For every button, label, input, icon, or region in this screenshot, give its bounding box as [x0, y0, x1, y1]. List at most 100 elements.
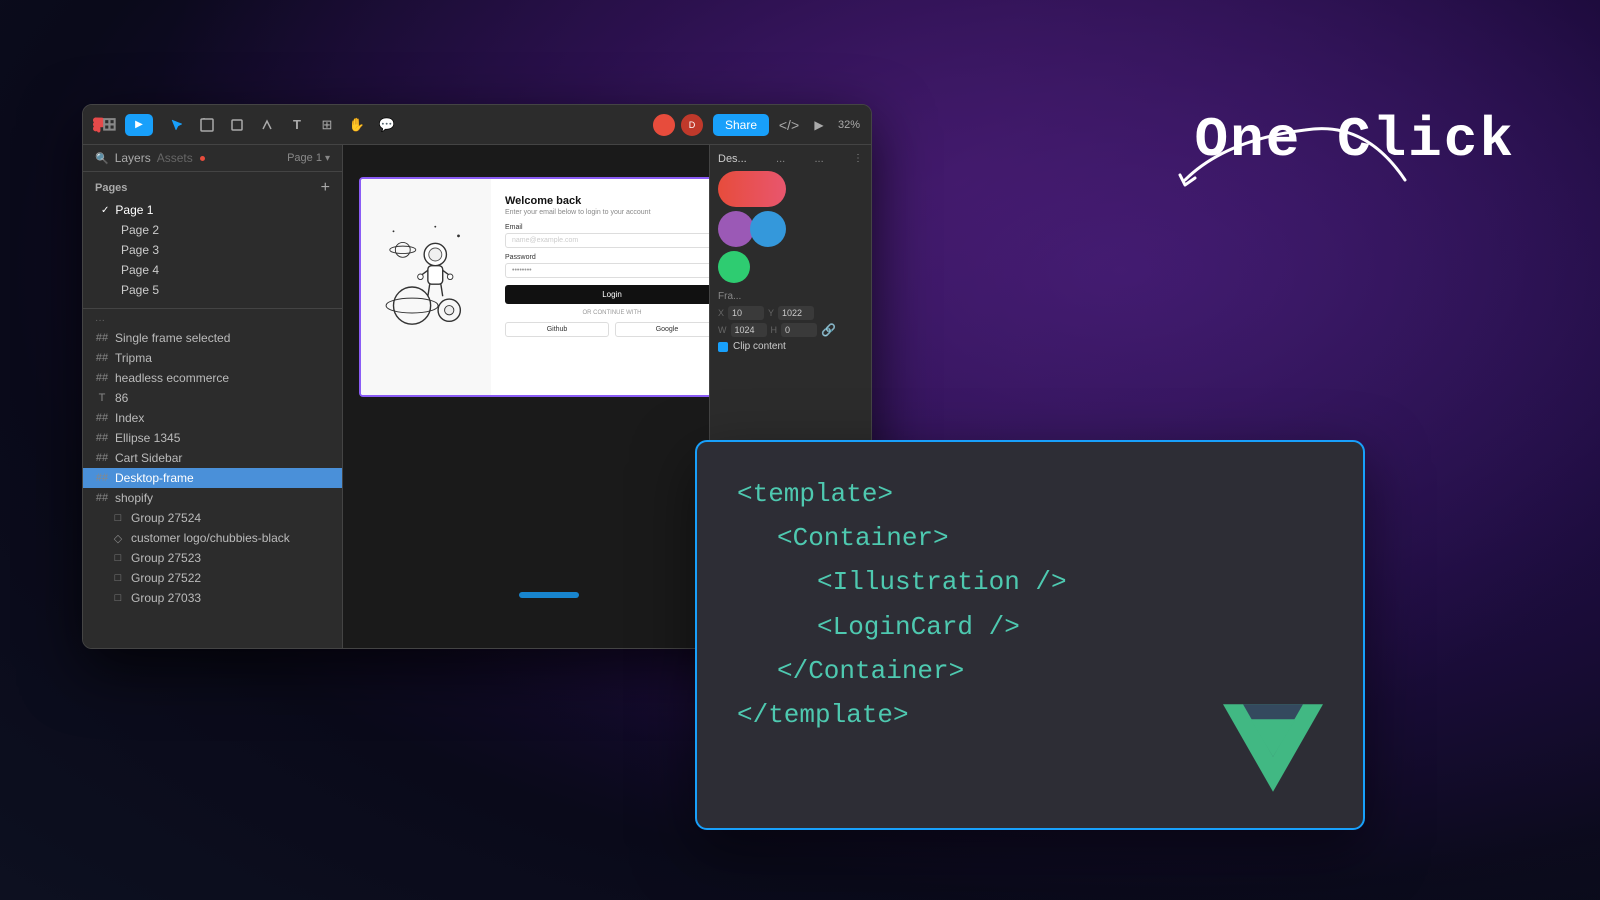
assets-dot — [200, 156, 205, 161]
dim-row-xy: X Y — [718, 306, 863, 320]
frame-tool[interactable] — [195, 113, 219, 137]
email-label: Email — [505, 224, 709, 231]
toolbar-tools: T ⊞ ✋ 💬 — [165, 113, 399, 137]
layer-label: headless ecommerce — [115, 371, 229, 385]
layer-icon: ## — [95, 372, 109, 384]
figma-logo-preview — [718, 171, 863, 283]
figma-logo: ⊞ — [93, 113, 117, 137]
h-input[interactable] — [781, 323, 817, 337]
x-label: X — [718, 308, 724, 318]
share-button[interactable]: Share — [713, 114, 769, 136]
clip-content-label: Clip content — [733, 341, 786, 352]
code-line-4: <LoginCard /> — [817, 605, 1323, 649]
hand-tool[interactable]: ✋ — [345, 113, 369, 137]
x-input[interactable] — [728, 306, 764, 320]
layer-icon: ## — [95, 432, 109, 444]
layer-item[interactable]: ··· — [83, 313, 342, 328]
layer-icon: ## — [95, 332, 109, 344]
login-illustration — [361, 179, 491, 395]
layer-label: Cart Sidebar — [115, 451, 182, 465]
password-input[interactable]: •••••••• — [505, 263, 709, 278]
inspect-tab[interactable]: ... — [815, 153, 824, 165]
layer-label: Ellipse 1345 — [115, 431, 180, 445]
vue-logo — [1223, 703, 1323, 798]
figma-blue-circle — [750, 211, 786, 247]
login-button[interactable]: Login — [505, 285, 709, 304]
assets-tab[interactable]: Assets — [157, 151, 193, 165]
page-check-icon: ✓ — [101, 205, 109, 216]
layer-label: Group 27524 — [131, 511, 201, 525]
prototype-tab[interactable]: ... — [776, 153, 785, 165]
toolbar-right-icons: </> ▶ 32% — [777, 113, 861, 137]
layer-cart-sidebar[interactable]: ## Cart Sidebar — [83, 448, 342, 468]
layer-label: Group 27522 — [131, 571, 201, 585]
layer-label: Group 27523 — [131, 551, 201, 565]
design-tab[interactable]: Des... — [718, 153, 747, 165]
frame-label: Fra... — [718, 291, 863, 302]
github-button[interactable]: Github — [505, 322, 609, 337]
page-4[interactable]: Page 4 — [95, 260, 330, 280]
page-5[interactable]: Page 5 — [95, 280, 330, 300]
google-button[interactable]: Google — [615, 322, 709, 337]
text-tool[interactable]: T — [285, 113, 309, 137]
page-indicator[interactable]: Page 1 — [287, 152, 322, 164]
layer-group-27522[interactable]: □ Group 27522 — [83, 568, 342, 588]
social-buttons: Github Google — [505, 322, 709, 337]
component-tool[interactable]: ⊞ — [315, 113, 339, 137]
layer-customer-logo[interactable]: ◇ customer logo/chubbies-black — [83, 528, 342, 548]
layer-icon: ## — [95, 472, 109, 484]
layer-headless[interactable]: ## headless ecommerce — [83, 368, 342, 388]
layer-index[interactable]: ## Index — [83, 408, 342, 428]
layer-group-icon: □ — [111, 592, 125, 604]
more-icon[interactable]: ⋮ — [853, 153, 863, 165]
layer-group-27524[interactable]: □ Group 27524 — [83, 508, 342, 528]
layer-ellipse[interactable]: ## Ellipse 1345 — [83, 428, 342, 448]
comment-tool[interactable]: 💬 — [375, 113, 399, 137]
code-icon[interactable]: </> — [777, 113, 801, 137]
layer-label: Desktop-frame — [115, 471, 194, 485]
layer-single-frame[interactable]: ## Single frame selected — [83, 328, 342, 348]
layer-86[interactable]: T 86 — [83, 388, 342, 408]
code-line-2: <Container> — [777, 516, 1323, 560]
login-title: Welcome back — [505, 195, 709, 207]
layer-group-27033[interactable]: □ Group 27033 — [83, 588, 342, 608]
figma-sidebar: 🔍 Layers Assets Page 1 ▾ Pages + ✓ Page … — [83, 145, 343, 648]
page-2[interactable]: Page 2 — [95, 220, 330, 240]
layer-group-27523[interactable]: □ Group 27523 — [83, 548, 342, 568]
figma-circles-row — [718, 211, 786, 247]
email-input[interactable]: name@example.com — [505, 233, 709, 248]
layers-search[interactable]: Layers — [115, 151, 151, 165]
one-click-text-container: One Click — [1195, 110, 1515, 172]
constrain-icon[interactable]: 🔗 — [821, 323, 836, 337]
clip-content-checkbox[interactable] — [718, 342, 728, 352]
page-3-label: Page 3 — [121, 243, 159, 257]
page-dropdown-icon[interactable]: ▾ — [325, 153, 330, 164]
play-presentation-icon[interactable]: ▶ — [807, 113, 831, 137]
page-1-label: Page 1 — [115, 203, 153, 217]
layer-shopify[interactable]: ## shopify — [83, 488, 342, 508]
play-button[interactable]: ▶ — [125, 114, 153, 136]
login-form: Welcome back Enter your email below to l… — [491, 179, 709, 395]
figma-red-pill — [718, 171, 786, 207]
pages-section: Pages + ✓ Page 1 Page 2 Page 3 Page — [83, 172, 342, 309]
layer-label: Group 27033 — [131, 591, 201, 605]
y-label: Y — [768, 308, 774, 318]
pen-tool[interactable] — [255, 113, 279, 137]
layer-label: Index — [115, 411, 144, 425]
page-3[interactable]: Page 3 — [95, 240, 330, 260]
shape-tool[interactable] — [225, 113, 249, 137]
move-tool[interactable] — [165, 113, 189, 137]
layer-tripma[interactable]: ## Tripma — [83, 348, 342, 368]
add-page-button[interactable]: + — [321, 180, 330, 196]
w-label: W — [718, 325, 727, 335]
code-panel: <template> <Container> <Illustration /> … — [695, 440, 1365, 830]
w-input[interactable] — [731, 323, 767, 337]
zoom-label[interactable]: 32% — [837, 113, 861, 137]
layer-label: 86 — [115, 391, 128, 405]
page-1[interactable]: ✓ Page 1 — [95, 200, 330, 220]
layer-group-icon: □ — [111, 552, 125, 564]
layer-desktop-frame[interactable]: ## Desktop-frame — [83, 468, 342, 488]
layer-component-icon: ◇ — [111, 532, 125, 545]
y-input[interactable] — [778, 306, 814, 320]
dim-row-wh: W H 🔗 — [718, 323, 863, 337]
